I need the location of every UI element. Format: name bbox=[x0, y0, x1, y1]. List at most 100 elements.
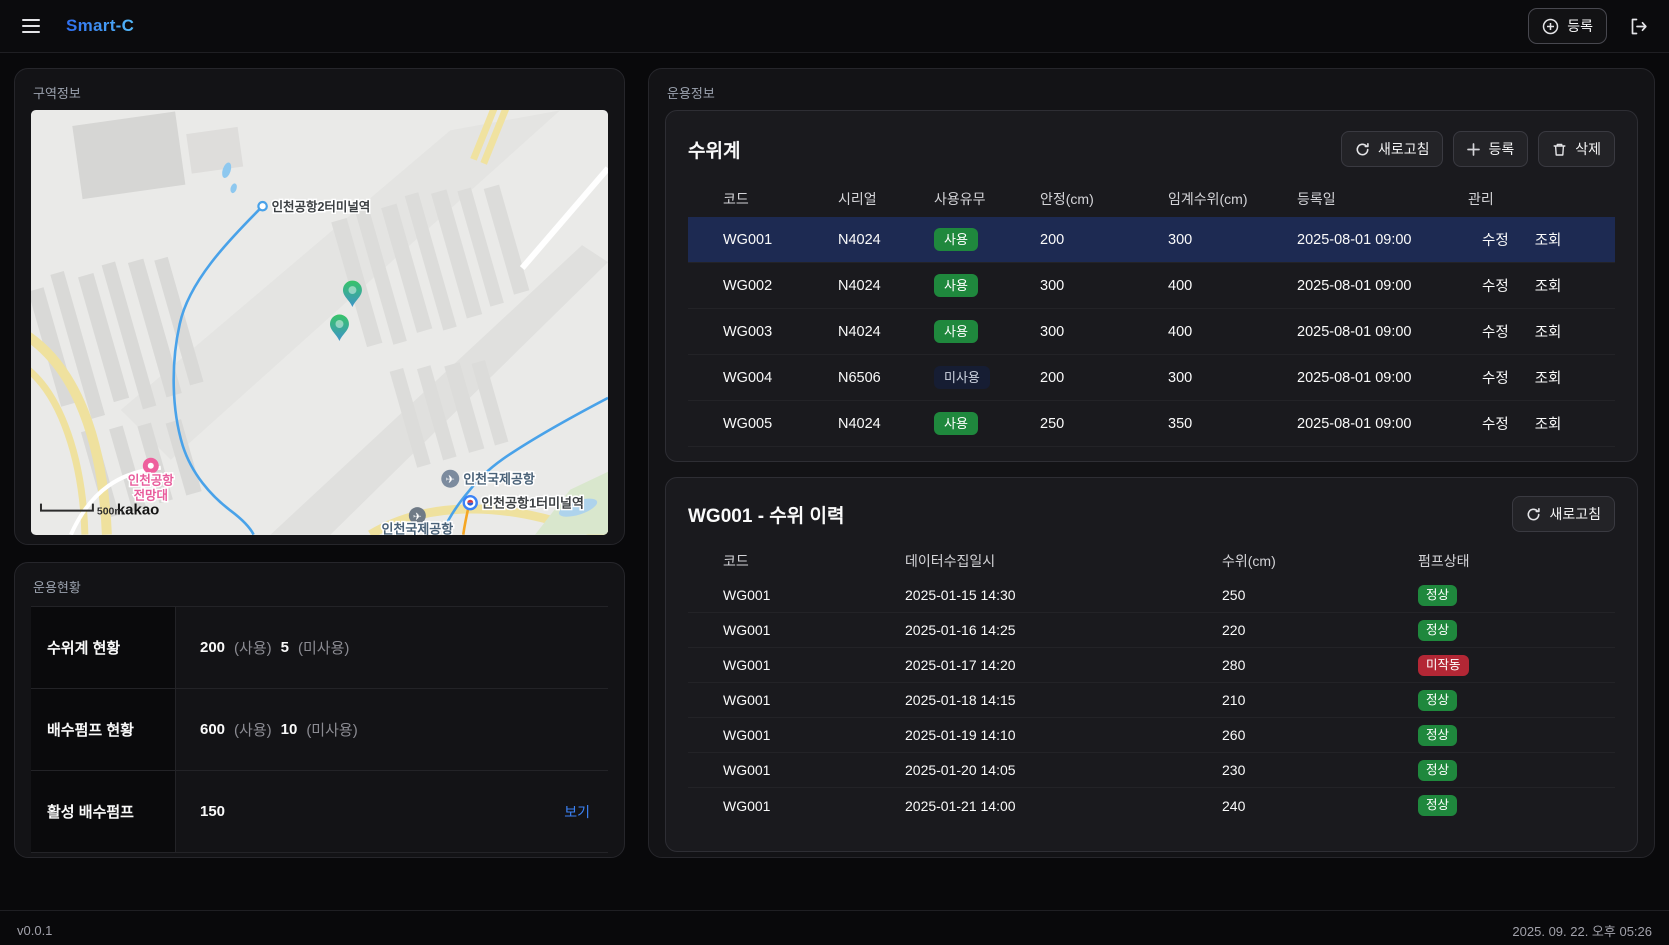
pump-status-badge: 정상 bbox=[1418, 795, 1458, 816]
view-link[interactable]: 조회 bbox=[1535, 275, 1562, 296]
gauge-table-header: 코드 시리얼 사용유무 안정(cm) 임계수위(cm) 등록일 관리 bbox=[688, 181, 1615, 217]
station1-marker bbox=[462, 495, 478, 511]
observatory-label-2: 전망대 bbox=[134, 488, 168, 503]
status-card-title: 운용현황 bbox=[33, 580, 81, 595]
trash-icon bbox=[1552, 142, 1567, 157]
refresh-icon bbox=[1526, 507, 1541, 522]
plus-icon bbox=[1467, 142, 1481, 156]
water-level-history-panel: WG001 - 수위 이력 새로고침 코드 데이터수집일시 수위(cm) 펌프상… bbox=[665, 477, 1638, 852]
status-row-pump: 배수펌프 현황 600 (사용) 10 (미사용) bbox=[31, 689, 608, 771]
kakao-map[interactable]: 인천공항2터미널역 ✈ 인천국제공항 인천공항1터미널역 ✈ 인천국제공항 인천… bbox=[31, 110, 608, 535]
operation-status-card: 운용현황 수위계 현황 200 (사용) 5 (미사용) 배수펌프 현황 600 bbox=[14, 562, 625, 858]
table-row[interactable]: WG005 N4024 사용 250 350 2025-08-01 09:00 … bbox=[688, 401, 1615, 447]
history-panel-title: WG001 - 수위 이력 bbox=[688, 505, 845, 527]
table-row[interactable]: WG003 N4024 사용 300 400 2025-08-01 09:00 … bbox=[688, 309, 1615, 355]
view-link[interactable]: 조회 bbox=[1535, 321, 1562, 342]
airplane-glyph: ✈ bbox=[446, 474, 455, 486]
refresh-button[interactable]: 새로고침 bbox=[1512, 496, 1615, 532]
table-row[interactable]: WG001 2025-01-16 14:25 220 정상 bbox=[688, 613, 1615, 648]
station1-label: 인천공항1터미널역 bbox=[481, 496, 584, 511]
pump-used-label: (사용) bbox=[234, 722, 272, 739]
edit-link[interactable]: 수정 bbox=[1482, 321, 1509, 342]
use-badge: 미사용 bbox=[934, 365, 990, 390]
logout-icon[interactable] bbox=[1623, 11, 1653, 41]
table-row[interactable]: WG001 2025-01-17 14:20 280 미작동 bbox=[688, 648, 1615, 683]
row-label: 수위계 현황 bbox=[31, 607, 175, 688]
gauge-unused-count: 5 bbox=[280, 639, 289, 656]
col-code: 코드 bbox=[723, 553, 749, 569]
table-row[interactable]: WG001 N4024 사용 200 300 2025-08-01 09:00 … bbox=[688, 217, 1615, 263]
status-row-gauge: 수위계 현황 200 (사용) 5 (미사용) bbox=[31, 607, 608, 689]
register-button[interactable]: 등록 bbox=[1528, 8, 1607, 44]
pump-unused-label: (미사용) bbox=[306, 722, 358, 739]
station2-label: 인천공항2터미널역 bbox=[272, 199, 371, 214]
col-pump: 펌프상태 bbox=[1418, 553, 1470, 569]
view-link[interactable]: 조회 bbox=[1535, 367, 1562, 388]
map-scale-label: 500m bbox=[97, 507, 124, 518]
active-pump-count: 150 bbox=[200, 803, 226, 820]
top-bar: Smart-C 등록 bbox=[0, 0, 1669, 53]
view-link[interactable]: 보기 bbox=[564, 802, 590, 822]
table-row[interactable]: WG001 2025-01-18 14:15 210 정상 bbox=[688, 683, 1615, 718]
edit-link[interactable]: 수정 bbox=[1482, 413, 1509, 434]
pump-status-badge: 정상 bbox=[1418, 724, 1458, 746]
delete-button[interactable]: 삭제 bbox=[1538, 131, 1615, 167]
table-row[interactable]: WG001 2025-01-21 14:00 240 정상 bbox=[688, 788, 1615, 823]
col-use: 사용유무 bbox=[934, 191, 986, 207]
edit-link[interactable]: 수정 bbox=[1482, 275, 1509, 296]
pump-status-badge: 정상 bbox=[1418, 759, 1458, 781]
col-manage: 관리 bbox=[1468, 191, 1494, 207]
view-link[interactable]: 조회 bbox=[1535, 229, 1562, 250]
table-row[interactable]: WG002 N4024 사용 300 400 2025-08-01 09:00 … bbox=[688, 263, 1615, 309]
use-badge: 사용 bbox=[934, 273, 978, 298]
col-threshold: 임계수위(cm) bbox=[1168, 191, 1248, 207]
use-badge: 사용 bbox=[934, 319, 978, 344]
menu-icon[interactable] bbox=[14, 9, 48, 43]
col-date: 등록일 bbox=[1297, 191, 1336, 207]
airport-bottom-label: 인천국제공항 bbox=[382, 522, 454, 535]
pump-unused-count: 10 bbox=[280, 721, 298, 738]
station2-marker[interactable] bbox=[257, 200, 268, 212]
row-label: 활성 배수펌프 bbox=[31, 771, 175, 852]
col-datetime: 데이터수집일시 bbox=[905, 553, 996, 569]
airport-poi-label: 인천국제공항 bbox=[463, 472, 535, 487]
operation-info-card: 운용정보 수위계 새로고침 등록 삭제 코드 시리얼 사용유무 안정(cm) 임… bbox=[648, 68, 1655, 858]
app-version: v0.0.1 bbox=[17, 923, 53, 938]
observatory-label-1: 인천공항 bbox=[128, 473, 174, 488]
info-card-title: 운용정보 bbox=[667, 86, 715, 101]
edit-link[interactable]: 수정 bbox=[1482, 229, 1509, 250]
table-row[interactable]: WG001 2025-01-20 14:05 230 정상 bbox=[688, 753, 1615, 788]
pump-status-badge: 정상 bbox=[1418, 584, 1458, 606]
water-gauge-panel: 수위계 새로고침 등록 삭제 코드 시리얼 사용유무 안정(cm) 임계수위(c… bbox=[665, 110, 1638, 462]
add-button[interactable]: 등록 bbox=[1453, 131, 1529, 167]
gauge-unused-label: (미사용) bbox=[297, 640, 350, 657]
pump-status-badge: 정상 bbox=[1418, 689, 1458, 711]
refresh-button[interactable]: 새로고침 bbox=[1340, 131, 1444, 167]
gauge-used-count: 200 bbox=[200, 639, 226, 656]
row-label: 배수펌프 현황 bbox=[31, 689, 175, 770]
view-link[interactable]: 조회 bbox=[1535, 413, 1562, 434]
footer-datetime: 2025. 09. 22. 오후 05:26 bbox=[1512, 924, 1652, 939]
col-code: 코드 bbox=[723, 191, 749, 207]
pump-used-count: 600 bbox=[200, 721, 226, 738]
main-content: 구역정보 인천공항2터미널역 ✈ 인천국제공항 인천공항1터미널역 ✈ 인천국제… bbox=[0, 53, 1669, 905]
zone-info-card: 구역정보 인천공항2터미널역 ✈ 인천국제공항 인천공항1터미널역 ✈ 인천국제… bbox=[14, 68, 625, 545]
footer: v0.0.1 2025. 09. 22. 오후 05:26 bbox=[0, 910, 1669, 945]
zone-card-title: 구역정보 bbox=[33, 86, 81, 101]
edit-link[interactable]: 수정 bbox=[1482, 367, 1509, 388]
col-level: 수위(cm) bbox=[1222, 553, 1276, 569]
pump-status-badge: 미작동 bbox=[1418, 654, 1469, 676]
col-stable: 안정(cm) bbox=[1040, 191, 1094, 207]
use-badge: 사용 bbox=[934, 411, 978, 436]
table-row[interactable]: WG001 2025-01-15 14:30 250 정상 bbox=[688, 578, 1615, 613]
observatory-icon bbox=[142, 457, 159, 474]
plus-circle-icon bbox=[1542, 18, 1559, 35]
app-logo[interactable]: Smart-C bbox=[66, 16, 134, 36]
table-row[interactable]: WG004 N6506 미사용 200 300 2025-08-01 09:00… bbox=[688, 355, 1615, 401]
use-badge: 사용 bbox=[934, 227, 978, 252]
table-row[interactable]: WG001 2025-01-19 14:10 260 정상 bbox=[688, 718, 1615, 753]
gauge-used-label: (사용) bbox=[234, 640, 272, 657]
gauge-panel-title: 수위계 bbox=[688, 140, 741, 162]
refresh-icon bbox=[1355, 142, 1370, 157]
pump-status-badge: 정상 bbox=[1418, 619, 1458, 641]
